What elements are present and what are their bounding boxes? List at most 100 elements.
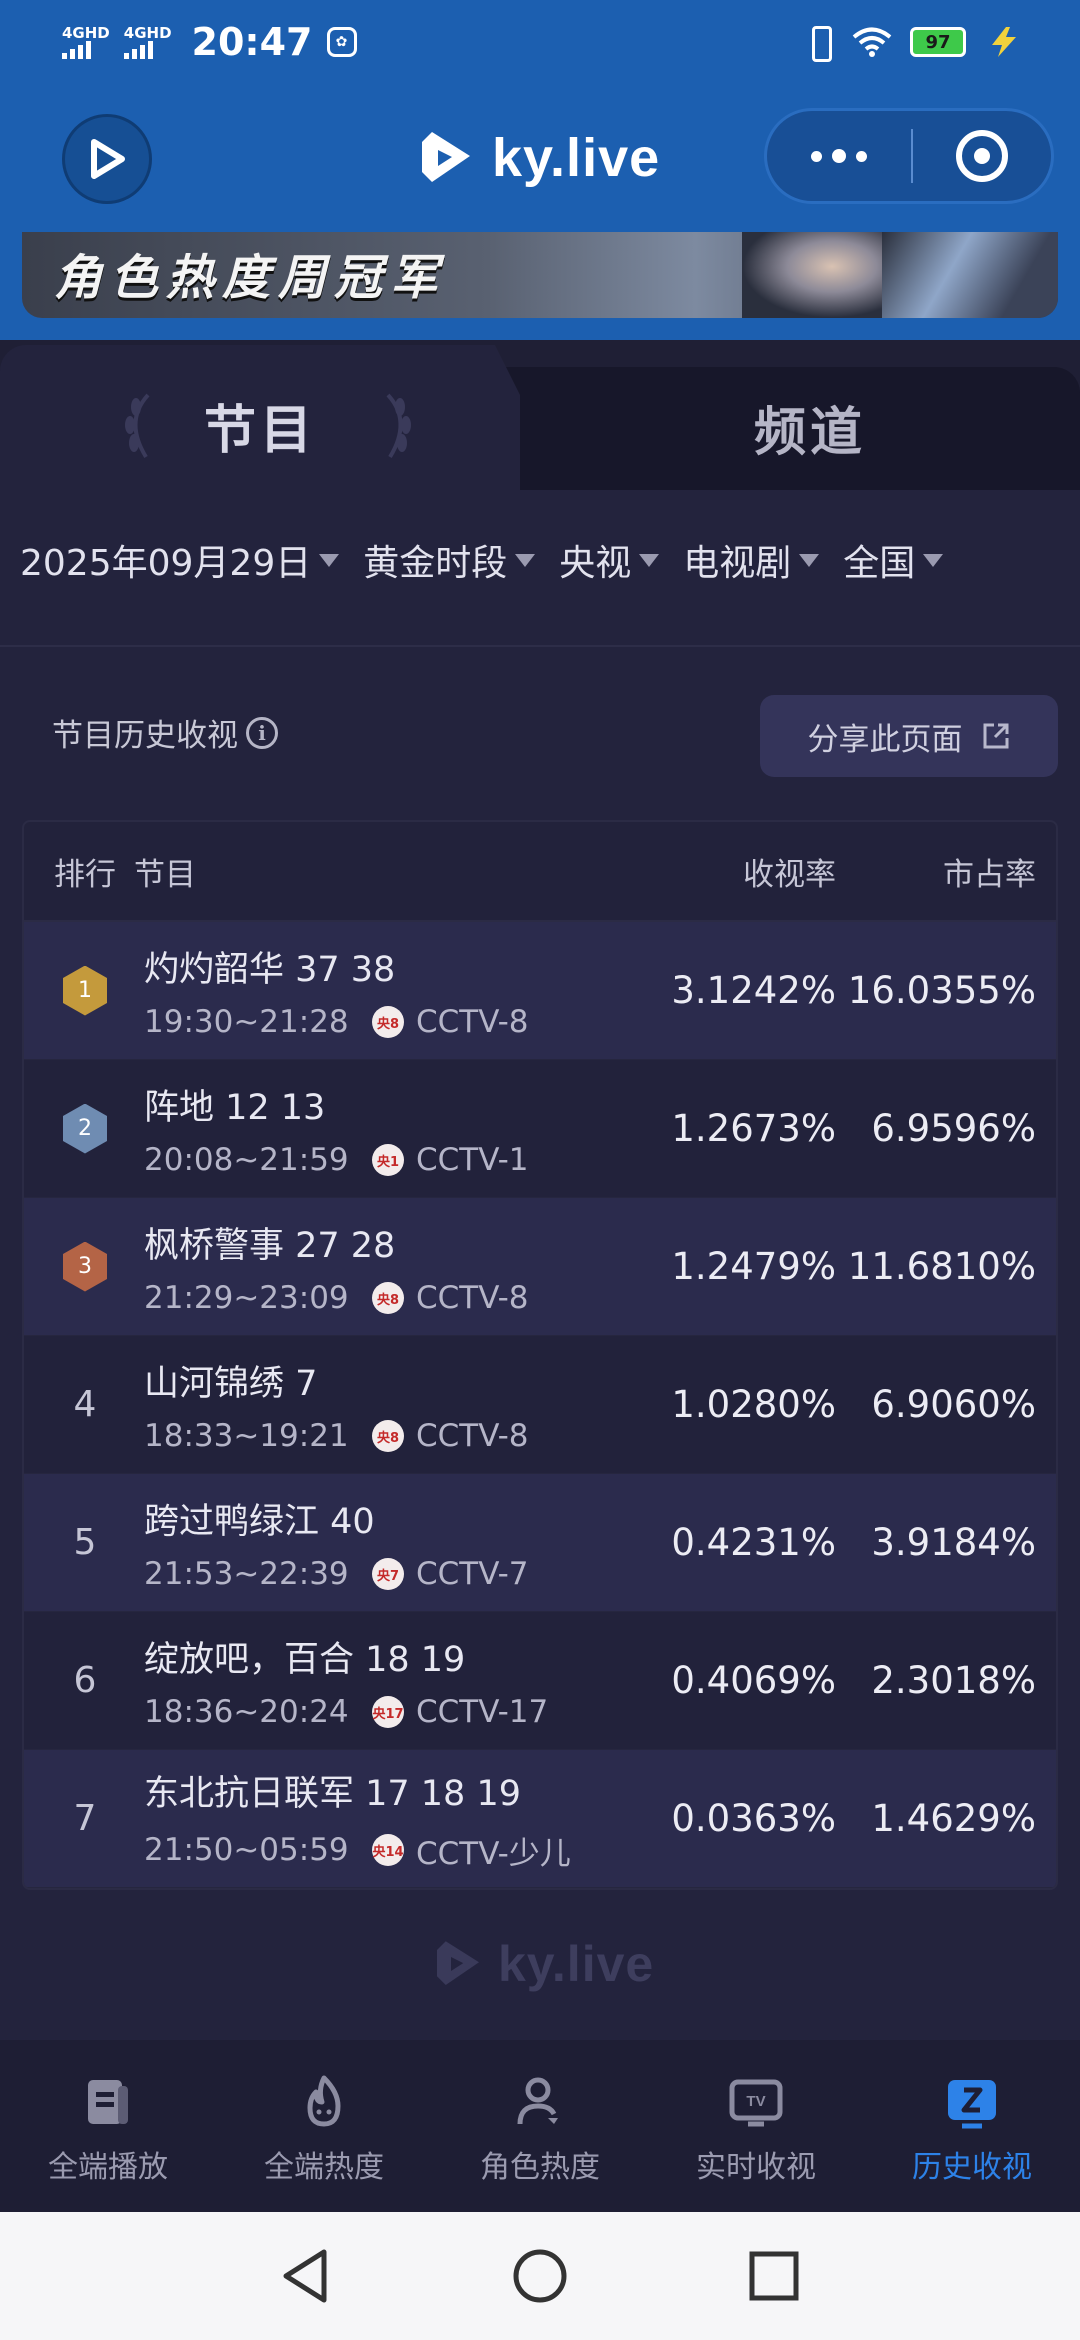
nav-label: 实时收视 <box>696 2150 816 2185</box>
miniprogram-home-button[interactable] <box>62 114 152 204</box>
rating-column-header[interactable]: 收视率 <box>636 849 836 894</box>
rank-cell: 3 <box>44 1241 144 1292</box>
nav-item-all-heat[interactable]: 全端热度 <box>216 2040 432 2212</box>
share-value: 3.9184% <box>871 1521 1036 1564</box>
program-meta: 21:53~22:39 央7 CCTV-7 <box>144 1556 626 1592</box>
rating-value: 0.4069% <box>671 1659 836 1702</box>
rank-number: 4 <box>73 1384 97 1425</box>
channel-logo-icon: 央8 <box>372 1282 404 1314</box>
brand-name: ky.live <box>492 128 661 188</box>
channel-name: CCTV-8 <box>416 1418 529 1454</box>
program-column-header: 节目 <box>134 856 196 893</box>
channel-logo-icon: 央1 <box>372 1144 404 1176</box>
more-dot-icon <box>811 150 822 162</box>
miniprogram-capsule <box>764 108 1054 204</box>
play-logo-icon <box>91 139 125 179</box>
tab-channels[interactable]: 频道 <box>560 367 1060 487</box>
program-meta: 18:36~20:24 央17 CCTV-17 <box>144 1694 626 1730</box>
filter-bar: 2025年09月29日 黄金时段 央视 电视剧 全国 <box>20 530 967 590</box>
nav-item-realtime[interactable]: TV 实时收视 <box>648 2040 864 2212</box>
rank-cell: 1 <box>44 965 144 1016</box>
network-filter[interactable]: 央视 <box>559 534 660 586</box>
rank-number: 5 <box>73 1522 97 1563</box>
share-page-button[interactable]: 分享此页面 <box>760 695 1058 777</box>
nav-item-history[interactable]: 历史收视 <box>864 2040 1080 2212</box>
banner-title: 角色热度周冠军 <box>54 250 447 306</box>
caret-down-icon <box>923 553 944 567</box>
caret-down-icon <box>515 553 536 567</box>
timeslot-filter[interactable]: 黄金时段 <box>363 534 536 586</box>
share-value: 6.9060% <box>871 1383 1036 1426</box>
table-row[interactable]: 7 东北抗日联军 17 18 19 21:50~05:59 央14 CCTV-少… <box>24 1750 1056 1888</box>
flame-icon <box>307 2075 341 2127</box>
rating-value: 1.0280% <box>671 1383 836 1426</box>
footer-brand-name: ky.live <box>498 1936 655 1992</box>
bronze-medal-icon: 3 <box>63 1241 107 1292</box>
table-row[interactable]: 3 枫桥警事 27 28 21:29~23:09 央8 CCTV-8 1.247… <box>24 1198 1056 1336</box>
back-icon[interactable] <box>278 2246 334 2306</box>
air-time: 21:53~22:39 <box>144 1556 349 1592</box>
table-row[interactable]: 5 跨过鸭绿江 40 21:53~22:39 央7 CCTV-7 0.4231%… <box>24 1474 1056 1612</box>
channel-name: CCTV-8 <box>416 1280 529 1316</box>
air-time: 18:33~19:21 <box>144 1418 349 1454</box>
gold-medal-icon: 1 <box>63 965 107 1016</box>
program-name: 灼灼韶华 37 38 <box>144 950 396 990</box>
brand-mark-icon <box>437 1941 479 1985</box>
tab-label: 节目 <box>203 400 316 461</box>
ratings-table: 排行 节目 收视率 市占率 1 灼灼韶华 37 38 19:30~21:28 央… <box>22 820 1058 1890</box>
rank-cell: 5 <box>44 1522 144 1563</box>
table-row[interactable]: 2 阵地 12 13 20:08~21:59 央1 CCTV-1 1.2673%… <box>24 1060 1056 1198</box>
share-value: 2.3018% <box>871 1659 1036 1702</box>
channel-name: CCTV-7 <box>416 1556 529 1592</box>
more-menu-button[interactable] <box>767 111 911 201</box>
share-button-label: 分享此页面 <box>807 721 963 758</box>
table-row[interactable]: 1 灼灼韶华 37 38 19:30~21:28 央8 CCTV-8 3.124… <box>24 922 1056 1060</box>
external-link-icon <box>983 723 1008 749</box>
program-cell: 跨过鸭绿江 40 21:53~22:39 央7 CCTV-7 <box>144 1493 626 1592</box>
info-icon[interactable]: i <box>246 716 278 749</box>
rank-cell: 7 <box>44 1798 144 1839</box>
brand-mark-icon <box>422 132 470 182</box>
recents-icon[interactable] <box>746 2248 802 2304</box>
battery-indicator: 97 <box>910 27 966 57</box>
rating-value: 0.0363% <box>671 1797 836 1840</box>
nav-item-role-heat[interactable]: 角色热度 <box>432 2040 648 2212</box>
channel-name: CCTV-1 <box>416 1142 529 1178</box>
tab-programs[interactable]: 节目 <box>0 345 520 505</box>
genre-filter[interactable]: 电视剧 <box>683 534 820 586</box>
system-navigation-bar <box>0 2212 1080 2340</box>
table-row[interactable]: 4 山河锦绣 7 18:33~19:21 央8 CCTV-8 1.0280% 6… <box>24 1336 1056 1474</box>
promo-banner[interactable]: 角色热度周冠军 <box>22 232 1058 318</box>
signal-label: 4GHD <box>123 24 172 42</box>
divider <box>0 645 1080 647</box>
signal-indicator-2: 4GHD <box>123 24 172 59</box>
signal-label: 4GHD <box>62 24 110 42</box>
program-meta: 20:08~21:59 央1 CCTV-1 <box>144 1142 626 1178</box>
air-time: 21:29~23:09 <box>144 1280 349 1316</box>
home-icon[interactable] <box>510 2246 570 2306</box>
nav-label: 全端热度 <box>264 2150 384 2185</box>
program-cell: 枫桥警事 27 28 21:29~23:09 央8 CCTV-8 <box>144 1217 626 1316</box>
date-filter[interactable]: 2025年09月29日 <box>20 534 340 586</box>
share-column-header[interactable]: 市占率 <box>836 849 1036 894</box>
close-miniprogram-button[interactable] <box>913 111 1051 201</box>
rating-value: 1.2479% <box>671 1245 836 1288</box>
filter-label: 2025年09月29日 <box>20 543 312 584</box>
channel-logo-icon: 央8 <box>372 1420 404 1452</box>
nav-item-all-play[interactable]: 全端播放 <box>0 2040 216 2212</box>
main-panel: 2025年09月29日 黄金时段 央视 电视剧 全国 节目历史收视 i 分享此页… <box>0 490 1080 2040</box>
section-title-text: 节目历史收视 <box>52 718 238 754</box>
program-name: 阵地 12 13 <box>144 1088 326 1128</box>
rank-cell: 2 <box>44 1103 144 1154</box>
table-row[interactable]: 6 绽放吧，百合 18 19 18:36~20:24 央17 CCTV-17 0… <box>24 1612 1056 1750</box>
footer-brand-watermark: ky.live <box>430 1935 654 1993</box>
app-notification-icon: ✿ <box>326 27 357 57</box>
channel-logo-icon: 央17 <box>372 1696 404 1728</box>
channel-logo-icon: 央8 <box>372 1006 404 1038</box>
program-cell: 阵地 12 13 20:08~21:59 央1 CCTV-1 <box>144 1079 626 1178</box>
region-filter[interactable]: 全国 <box>843 534 944 586</box>
filter-label: 央视 <box>559 543 632 584</box>
caret-down-icon <box>639 553 660 567</box>
program-name: 东北抗日联军 17 18 19 <box>144 1773 521 1814</box>
program-meta: 21:29~23:09 央8 CCTV-8 <box>144 1280 626 1316</box>
